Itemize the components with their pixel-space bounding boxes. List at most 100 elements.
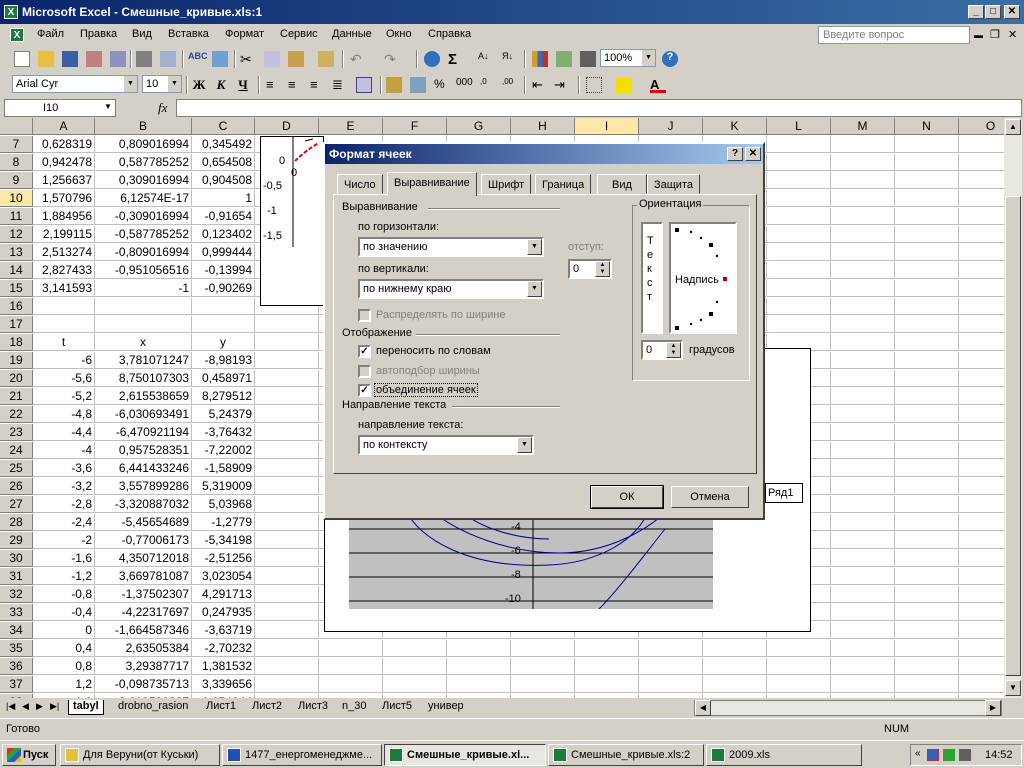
- menu-help[interactable]: Справка: [428, 28, 471, 40]
- tab-protection[interactable]: Защита: [647, 174, 700, 194]
- cell[interactable]: [895, 208, 959, 225]
- cell[interactable]: [959, 424, 1004, 441]
- cell[interactable]: [831, 316, 895, 333]
- cell[interactable]: [831, 154, 895, 171]
- merge-cells-checkbox[interactable]: ✓: [358, 384, 371, 397]
- row-header[interactable]: 31: [0, 568, 33, 585]
- permission-icon[interactable]: [86, 51, 102, 67]
- cell[interactable]: -0,098735713: [95, 676, 192, 693]
- name-box[interactable]: I10: [4, 99, 116, 117]
- paste-icon[interactable]: [288, 51, 304, 67]
- cell[interactable]: -1,37502307: [95, 586, 192, 603]
- cell[interactable]: -4,22317697: [95, 604, 192, 621]
- cell[interactable]: -3,320887032: [95, 496, 192, 513]
- cell[interactable]: y: [192, 334, 255, 351]
- cell[interactable]: [511, 658, 575, 675]
- cell[interactable]: [767, 172, 831, 189]
- save-icon[interactable]: [62, 51, 78, 67]
- cell[interactable]: [767, 280, 831, 297]
- scroll-left-icon[interactable]: ◀: [695, 700, 711, 716]
- cell[interactable]: [895, 334, 959, 351]
- cell[interactable]: [767, 316, 831, 333]
- column-header[interactable]: L: [767, 118, 831, 135]
- cell[interactable]: t: [33, 334, 95, 351]
- cell[interactable]: [255, 442, 319, 459]
- cell[interactable]: [255, 406, 319, 423]
- decrease-decimal-icon[interactable]: ,00: [502, 77, 518, 93]
- cell[interactable]: [831, 298, 895, 315]
- cell[interactable]: -0,587785252: [95, 226, 192, 243]
- row-header[interactable]: 22: [0, 406, 33, 423]
- cell[interactable]: [959, 622, 1004, 639]
- scroll-right-icon[interactable]: ▶: [985, 700, 1001, 716]
- cell[interactable]: -2,4: [33, 514, 95, 531]
- row-header[interactable]: 9: [0, 172, 33, 189]
- cell[interactable]: [959, 262, 1004, 279]
- sheet-tab[interactable]: Лист3: [294, 700, 332, 715]
- wrap-text-checkbox[interactable]: ✓: [358, 345, 371, 358]
- row-header[interactable]: 8: [0, 154, 33, 171]
- tray-expand-icon[interactable]: «: [915, 748, 921, 759]
- cell[interactable]: [767, 208, 831, 225]
- horizontal-scrollbar[interactable]: ◀ ▶: [694, 700, 1002, 716]
- cell[interactable]: [895, 640, 959, 657]
- cell[interactable]: 0,587785252: [95, 154, 192, 171]
- borders-icon[interactable]: [586, 77, 602, 93]
- cell[interactable]: [959, 244, 1004, 261]
- print-icon[interactable]: [136, 51, 152, 67]
- cell[interactable]: 0,654508: [192, 154, 255, 171]
- cell[interactable]: [639, 676, 703, 693]
- cell[interactable]: 2,827433: [33, 262, 95, 279]
- cell[interactable]: [255, 478, 319, 495]
- column-header[interactable]: I: [575, 118, 639, 135]
- row-header[interactable]: 7: [0, 136, 33, 153]
- align-left-icon[interactable]: ≡: [266, 77, 282, 93]
- cell[interactable]: [255, 388, 319, 405]
- cell[interactable]: [831, 532, 895, 549]
- decrease-indent-icon[interactable]: ⇤: [532, 77, 548, 93]
- cell[interactable]: [831, 424, 895, 441]
- cell[interactable]: [959, 532, 1004, 549]
- sheet-tab[interactable]: drobno_rasion: [114, 700, 192, 715]
- cell[interactable]: [767, 244, 831, 261]
- cell[interactable]: -0,809016994: [95, 244, 192, 261]
- cell[interactable]: [959, 334, 1004, 351]
- cell[interactable]: [895, 514, 959, 531]
- cell[interactable]: [895, 550, 959, 567]
- hyperlink-icon[interactable]: [424, 51, 440, 67]
- cell[interactable]: [895, 406, 959, 423]
- cell[interactable]: 2,615538659: [95, 388, 192, 405]
- chart-1[interactable]: 0 -1 -1,5 -0,5 0: [260, 136, 324, 306]
- cell[interactable]: [959, 316, 1004, 333]
- cell[interactable]: [767, 154, 831, 171]
- cell[interactable]: [895, 622, 959, 639]
- increase-indent-icon[interactable]: ⇥: [554, 77, 570, 93]
- cell[interactable]: [255, 370, 319, 387]
- row-header[interactable]: 30: [0, 550, 33, 567]
- flag-icon[interactable]: [927, 749, 939, 761]
- cell[interactable]: [831, 622, 895, 639]
- cut-icon[interactable]: ✂: [240, 51, 256, 67]
- cell[interactable]: [95, 316, 192, 333]
- cell[interactable]: [895, 244, 959, 261]
- orientation-dial[interactable]: Надпись: [669, 222, 737, 334]
- cell[interactable]: [831, 388, 895, 405]
- cell[interactable]: -2: [33, 532, 95, 549]
- row-header[interactable]: 29: [0, 532, 33, 549]
- cell[interactable]: [895, 532, 959, 549]
- cell[interactable]: [511, 640, 575, 657]
- cell[interactable]: 3,557899286: [95, 478, 192, 495]
- cell[interactable]: 0,123402: [192, 226, 255, 243]
- cell[interactable]: [319, 640, 383, 657]
- row-header[interactable]: 37: [0, 676, 33, 693]
- doc-minimize-icon[interactable]: ▬: [974, 30, 983, 40]
- cell[interactable]: [895, 604, 959, 621]
- cell[interactable]: [831, 478, 895, 495]
- cell[interactable]: -0,77006173: [95, 532, 192, 549]
- menu-format[interactable]: Формат: [225, 28, 264, 40]
- degrees-spinner[interactable]: 0 ▲ ▼: [641, 340, 683, 360]
- cell[interactable]: 4,350712018: [95, 550, 192, 567]
- cell[interactable]: [959, 478, 1004, 495]
- open-icon[interactable]: [38, 51, 54, 67]
- cell[interactable]: [959, 388, 1004, 405]
